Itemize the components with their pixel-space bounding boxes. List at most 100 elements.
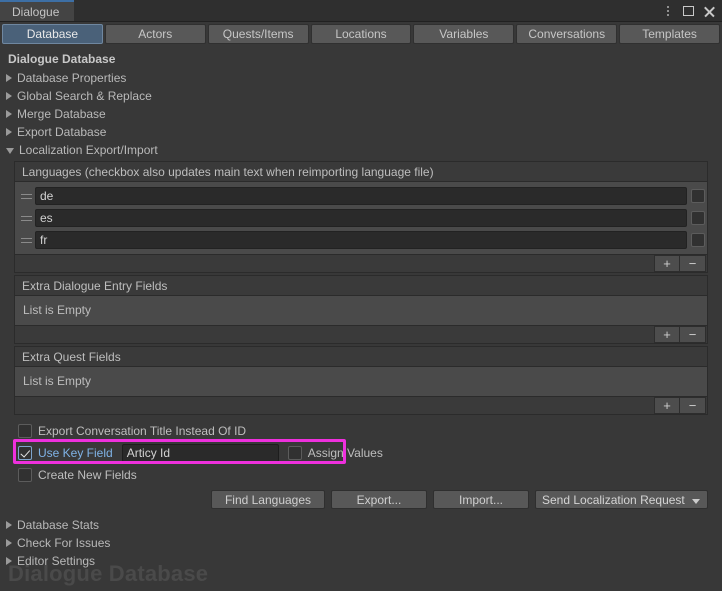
languages-list: Languages (checkbox also updates main te…: [14, 161, 708, 273]
export-conversation-title-row[interactable]: Export Conversation Title Instead Of ID: [0, 421, 722, 440]
key-field-input[interactable]: Articy Id: [121, 443, 279, 462]
tab-quests-items[interactable]: Quests/Items: [207, 24, 309, 44]
tab-label: Locations: [335, 27, 387, 41]
language-input[interactable]: de: [35, 187, 687, 205]
chevron-down-icon: [692, 499, 700, 504]
assign-values-checkbox[interactable]: [287, 445, 302, 460]
foldout-label: Localization Export/Import: [19, 143, 158, 157]
add-language-button[interactable]: +: [654, 255, 680, 272]
extra-quest-fields-list: Extra Quest Fields List is Empty + −: [14, 346, 708, 415]
extra-quest-fields-header-label: Extra Quest Fields: [22, 349, 121, 364]
close-icon[interactable]: [703, 5, 716, 18]
send-localization-request-label: Send Localization Request: [542, 492, 685, 507]
tab-actors[interactable]: Actors: [104, 24, 206, 44]
send-localization-request-dropdown[interactable]: Send Localization Request: [535, 490, 708, 509]
foldout-check-for-issues[interactable]: Check For Issues: [0, 534, 722, 552]
main-tabbar: Database Actors Quests/Items Locations V…: [0, 22, 722, 45]
languages-list-header-label: Languages (checkbox also updates main te…: [22, 164, 434, 179]
chevron-right-icon: [6, 110, 12, 118]
foldout-merge-database[interactable]: Merge Database: [0, 105, 722, 123]
use-key-field-label: Use Key Field: [38, 445, 113, 460]
foldout-label: Export Database: [17, 125, 107, 139]
tab-label: Variables: [439, 27, 489, 41]
language-checkbox[interactable]: [691, 189, 705, 203]
page-title: Dialogue Database: [8, 52, 116, 66]
tab-label: Actors: [138, 27, 173, 41]
chevron-right-icon: [6, 74, 12, 82]
create-new-fields-label: Create New Fields: [38, 467, 137, 482]
localization-action-row: Find Languages Export... Import... Send …: [0, 490, 722, 509]
extra-quest-fields-header: Extra Quest Fields: [14, 346, 708, 366]
foldout-localization-export-import[interactable]: Localization Export/Import: [0, 141, 722, 159]
foldout-database-properties[interactable]: Database Properties: [0, 69, 722, 87]
assign-values-label: Assign Values: [307, 445, 383, 460]
create-new-fields-row[interactable]: Create New Fields: [0, 465, 722, 484]
add-quest-field-button[interactable]: +: [654, 397, 680, 414]
export-button[interactable]: Export...: [331, 490, 427, 509]
export-conversation-title-checkbox[interactable]: [18, 423, 32, 438]
tab-locations[interactable]: Locations: [310, 24, 412, 44]
language-checkbox[interactable]: [691, 211, 705, 225]
database-panel: Dialogue Database Database Properties Gl…: [0, 46, 722, 591]
extra-dialogue-entry-fields-footer: + −: [14, 326, 708, 344]
extra-dialogue-entry-fields-header: Extra Dialogue Entry Fields: [14, 275, 708, 295]
tab-label: Conversations: [528, 27, 606, 41]
chevron-right-icon: [6, 539, 12, 547]
find-languages-button[interactable]: Find Languages: [211, 490, 325, 509]
remove-dialogue-field-button[interactable]: −: [680, 326, 706, 343]
tab-label: Quests/Items: [222, 27, 294, 41]
tab-database[interactable]: Database: [2, 24, 103, 44]
add-dialogue-field-button[interactable]: +: [654, 326, 680, 343]
tab-label: Database: [26, 27, 79, 41]
remove-language-button[interactable]: −: [680, 255, 706, 272]
foldout-export-database[interactable]: Export Database: [0, 123, 722, 141]
foldout-label: Global Search & Replace: [17, 89, 152, 103]
language-checkbox[interactable]: [691, 233, 705, 247]
import-button[interactable]: Import...: [433, 490, 529, 509]
foldout-label: Merge Database: [17, 107, 106, 121]
drag-handle-icon[interactable]: [19, 211, 33, 225]
list-item[interactable]: fr: [15, 229, 707, 251]
create-new-fields-checkbox[interactable]: [18, 467, 32, 482]
extra-quest-fields-body: List is Empty: [14, 366, 708, 397]
kebab-menu-icon[interactable]: [662, 4, 674, 18]
chevron-right-icon: [6, 521, 12, 529]
window-controls: [662, 0, 716, 22]
tab-label: Templates: [642, 27, 697, 41]
window-titlebar: Dialogue: [0, 0, 722, 22]
window-tab-label: Dialogue: [12, 4, 60, 19]
foldout-global-search-replace[interactable]: Global Search & Replace: [0, 87, 722, 105]
drag-handle-icon[interactable]: [19, 233, 33, 247]
foldout-label: Database Properties: [17, 71, 127, 85]
languages-list-body: de es fr: [14, 181, 708, 255]
list-item[interactable]: es: [15, 207, 707, 229]
foldout-database-stats[interactable]: Database Stats: [0, 516, 722, 534]
language-input[interactable]: es: [35, 209, 687, 227]
foldout-label: Database Stats: [17, 518, 100, 532]
use-key-field-checkbox[interactable]: [18, 445, 32, 460]
drag-handle-icon[interactable]: [19, 189, 33, 203]
extra-dialogue-entry-fields-list: Extra Dialogue Entry Fields List is Empt…: [14, 275, 708, 344]
empty-state-label: List is Empty: [23, 374, 92, 388]
tab-variables[interactable]: Variables: [413, 24, 515, 44]
chevron-down-icon: [6, 148, 14, 154]
list-item[interactable]: de: [15, 185, 707, 207]
foldout-label: Check For Issues: [17, 536, 111, 550]
chevron-right-icon: [6, 92, 12, 100]
tab-conversations[interactable]: Conversations: [516, 24, 618, 44]
use-key-field-row[interactable]: Use Key Field Articy Id Assign Values: [0, 440, 722, 465]
extra-dialogue-entry-fields-header-label: Extra Dialogue Entry Fields: [22, 278, 168, 293]
empty-state-label: List is Empty: [23, 303, 92, 317]
extra-dialogue-entry-fields-body: List is Empty: [14, 295, 708, 326]
maximize-icon[interactable]: [683, 6, 694, 16]
window-tab-dialogue[interactable]: Dialogue: [0, 0, 74, 21]
watermark-label: Dialogue Database: [8, 561, 209, 586]
chevron-right-icon: [6, 128, 12, 136]
remove-quest-field-button[interactable]: −: [680, 397, 706, 414]
language-input[interactable]: fr: [35, 231, 687, 249]
export-conversation-title-label: Export Conversation Title Instead Of ID: [38, 423, 247, 438]
tab-templates[interactable]: Templates: [619, 24, 721, 44]
languages-list-footer: + −: [14, 255, 708, 273]
extra-quest-fields-footer: + −: [14, 397, 708, 415]
languages-list-header: Languages (checkbox also updates main te…: [14, 161, 708, 181]
